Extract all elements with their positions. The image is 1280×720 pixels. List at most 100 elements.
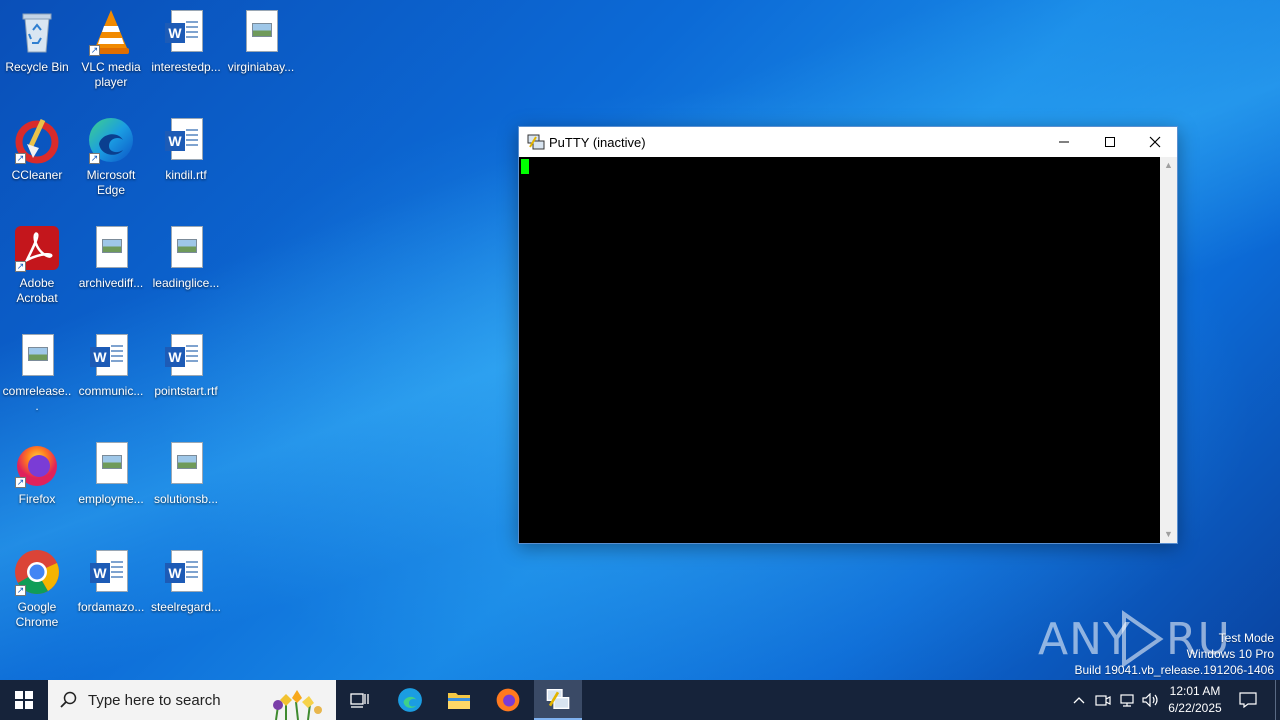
task-view-icon [350,693,369,708]
acrobat-icon: ↗ [13,224,61,272]
windows-build-info: Test Mode Windows 10 Pro Build 19041.vb_… [1075,630,1275,678]
taskbar-clock[interactable]: 12:01 AM 6/22/2025 [1162,683,1228,717]
edge-icon: ↗ [87,116,135,164]
clock-time: 12:01 AM [1169,684,1221,698]
notifications-icon[interactable] [1234,680,1262,720]
desktop-icon-label: Firefox [18,492,56,506]
taskbar: Type here to search 12:01 AM 6/22/2025 [0,680,1280,720]
desktop-icon-archivediff[interactable]: archivediff... [74,224,148,291]
desktop-icon-label: fordamazo... [77,600,145,614]
taskbar-putty[interactable] [534,680,582,720]
maximize-button[interactable] [1087,127,1133,157]
word-doc-icon: W [162,116,210,164]
task-view-button[interactable] [336,680,384,720]
folder-icon [448,693,470,709]
maximize-icon [1105,137,1115,147]
image-doc-icon [13,332,61,380]
close-button[interactable] [1132,127,1178,157]
image-doc-icon [162,440,210,488]
desktop-icon-label: interestedp... [151,60,221,74]
recycle-bin-icon [13,8,61,56]
desktop-icon-ccleaner[interactable]: ↗ CCleaner [0,116,74,183]
shortcut-arrow-icon: ↗ [15,585,26,596]
desktop-icon-steelregard[interactable]: W steelregard... [149,548,223,615]
scroll-down-arrow-icon[interactable]: ▼ [1160,526,1177,543]
taskbar-file-explorer[interactable] [435,680,483,720]
clock-date: 6/22/2025 [1168,701,1222,715]
desktop-icon-vlc[interactable]: ↗ VLC media player [74,8,148,90]
firefox-icon: ↗ [13,440,61,488]
word-doc-icon: W [162,8,210,56]
desktop-icon-firefox[interactable]: ↗ Firefox [0,440,74,507]
terminal-cursor [521,159,529,174]
scroll-up-arrow-icon[interactable]: ▲ [1160,157,1177,174]
image-doc-icon [87,224,135,272]
desktop-icon-label: leadinglice... [152,276,220,290]
network-icon[interactable] [1116,680,1138,720]
desktop-icon-pointstart[interactable]: W pointstart.rtf [149,332,223,399]
firefox-icon [496,688,520,712]
image-doc-icon [162,224,210,272]
desktop-icon-leadinglice[interactable]: leadinglice... [149,224,223,291]
taskbar-search-box[interactable]: Type here to search [48,680,336,720]
start-button[interactable] [0,680,48,720]
desktop-icon-label: archivediff... [78,276,144,290]
close-icon [1149,136,1161,148]
desktop-icon-label: Recycle Bin [5,60,69,74]
windows-logo-icon [15,691,33,709]
desktop-icon-label: solutionsb... [153,492,219,506]
taskbar-edge[interactable] [386,680,434,720]
desktop-icon-label: Adobe Acrobat [16,276,58,305]
putty-app-icon [527,133,545,151]
volume-icon[interactable] [1140,680,1162,720]
desktop-icon-label: pointstart.rtf [154,384,218,398]
desktop-icon-adobe-acrobat[interactable]: ↗ Adobe Acrobat [0,224,74,306]
shortcut-arrow-icon: ↗ [15,261,26,272]
desktop-icon-label: VLC media player [81,60,141,89]
image-doc-icon [87,440,135,488]
shortcut-arrow-icon: ↗ [15,153,26,164]
desktop-icon-recycle-bin[interactable]: Recycle Bin [0,8,74,75]
word-doc-icon: W [87,332,135,380]
desktop-icon-communic[interactable]: W communic... [74,332,148,399]
test-mode-text: Test Mode [1218,631,1274,645]
desktop-icon-label: kindil.rtf [165,168,207,182]
desktop-icon-employme[interactable]: employme... [74,440,148,507]
show-desktop-button[interactable] [1275,680,1280,720]
search-placeholder: Type here to search [88,691,221,709]
putty-app-icon [546,689,570,709]
desktop-icon-virginiabay[interactable]: virginiabay... [224,8,298,75]
meet-now-icon[interactable] [1092,680,1114,720]
shortcut-arrow-icon: ↗ [15,477,26,488]
desktop-icon-fordamazo[interactable]: W fordamazo... [74,548,148,615]
putty-titlebar[interactable]: PuTTY (inactive) [519,127,1177,157]
taskbar-firefox[interactable] [484,680,532,720]
edge-icon [398,688,422,712]
desktop-icon-interestedp[interactable]: W interestedp... [149,8,223,75]
desktop-icon-kindil[interactable]: W kindil.rtf [149,116,223,183]
vlc-icon: ↗ [87,8,135,56]
desktop-icon-microsoft-edge[interactable]: ↗ Microsoft Edge [74,116,148,198]
terminal-area[interactable] [519,157,1161,543]
shortcut-arrow-icon: ↗ [89,45,100,56]
chrome-icon: ↗ [13,548,61,596]
putty-window[interactable]: PuTTY (inactive) ▲ ▼ [518,126,1178,544]
word-doc-icon: W [162,548,210,596]
shortcut-arrow-icon: ↗ [89,153,100,164]
vertical-scrollbar[interactable]: ▲ ▼ [1160,157,1177,543]
desktop-icon-comrelease[interactable]: comrelease... [0,332,74,414]
build-text: Build 19041.vb_release.191206-1406 [1074,663,1275,677]
desktop-icon-label: comrelease... [2,384,72,413]
windows-edition-text: Windows 10 Pro [1186,647,1274,661]
desktop-icon-label: communic... [78,384,144,398]
desktop-icon-label: steelregard... [150,600,222,614]
desktop-icon-solutionsb[interactable]: solutionsb... [149,440,223,507]
show-hidden-icons-chevron-icon[interactable] [1068,680,1090,720]
desktop-icon-label: Google Chrome [15,600,59,629]
minimize-icon [1059,141,1069,143]
word-doc-icon: W [87,548,135,596]
desktop-icon-google-chrome[interactable]: ↗ Google Chrome [0,548,74,630]
ccleaner-icon: ↗ [13,116,61,164]
minimize-button[interactable] [1041,127,1087,157]
desktop-icon-label: CCleaner [11,168,63,182]
